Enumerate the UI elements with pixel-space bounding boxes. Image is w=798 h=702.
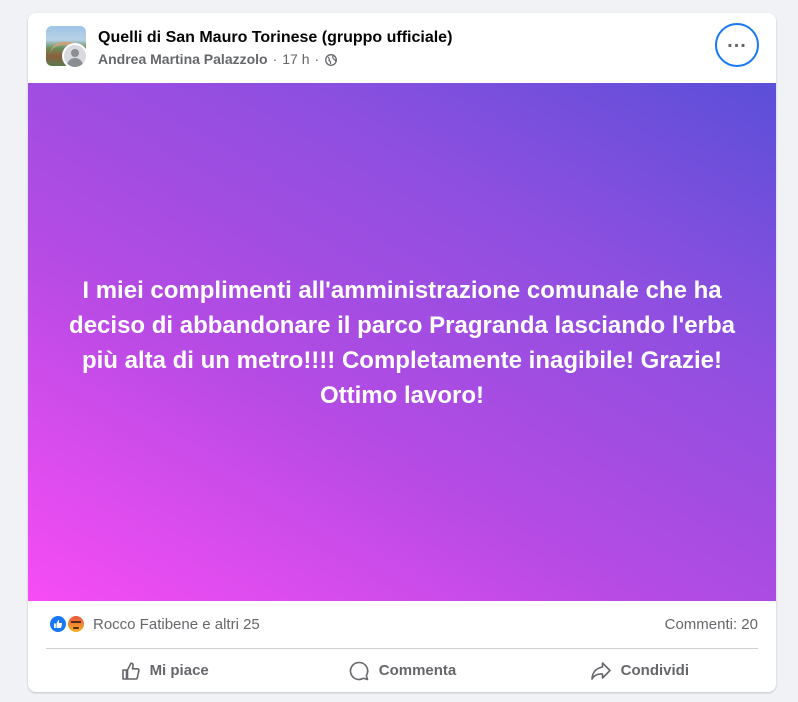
share-icon xyxy=(590,661,611,680)
post-card: Quelli di San Mauro Torinese (gruppo uff… xyxy=(28,13,776,692)
comment-button[interactable]: Commenta xyxy=(283,649,520,692)
reactions-summary: Rocco Fatibene e altri 25 Commenti: 20 xyxy=(28,601,776,647)
share-label: Condividi xyxy=(620,662,689,679)
meta-separator: · xyxy=(272,51,278,67)
reactors-link[interactable]: Rocco Fatibene e altri 25 xyxy=(93,616,260,633)
author-name-link[interactable]: Andrea Martina Palazzolo xyxy=(98,51,268,67)
like-icon xyxy=(48,614,68,634)
more-options-button[interactable]: ... xyxy=(715,23,759,67)
post-meta: Andrea Martina Palazzolo · 17 h · xyxy=(98,51,338,67)
more-icon: ... xyxy=(727,30,747,52)
comment-label: Commenta xyxy=(378,662,457,679)
post-header: Quelli di San Mauro Torinese (gruppo uff… xyxy=(28,13,776,83)
post-background: I miei complimenti all'amministrazione c… xyxy=(28,83,776,601)
group-name-link[interactable]: Quelli di San Mauro Torinese (gruppo uff… xyxy=(98,29,452,47)
thumbs-up-icon xyxy=(121,661,140,680)
angry-icon xyxy=(66,614,86,634)
post-actions: Mi piace Commenta Condividi xyxy=(46,649,758,692)
like-label: Mi piace xyxy=(149,662,209,679)
reaction-icons[interactable] xyxy=(48,614,92,634)
globe-icon[interactable] xyxy=(325,53,338,66)
meta-separator: · xyxy=(314,51,320,67)
comment-icon xyxy=(349,661,369,680)
post-time-link[interactable]: 17 h xyxy=(282,51,309,67)
author-avatar[interactable] xyxy=(62,43,88,69)
like-button[interactable]: Mi piace xyxy=(46,649,283,692)
comments-count-link[interactable]: Commenti: 20 xyxy=(665,616,758,633)
share-button[interactable]: Condividi xyxy=(521,649,758,692)
post-text: I miei complimenti all'amministrazione c… xyxy=(69,277,735,409)
